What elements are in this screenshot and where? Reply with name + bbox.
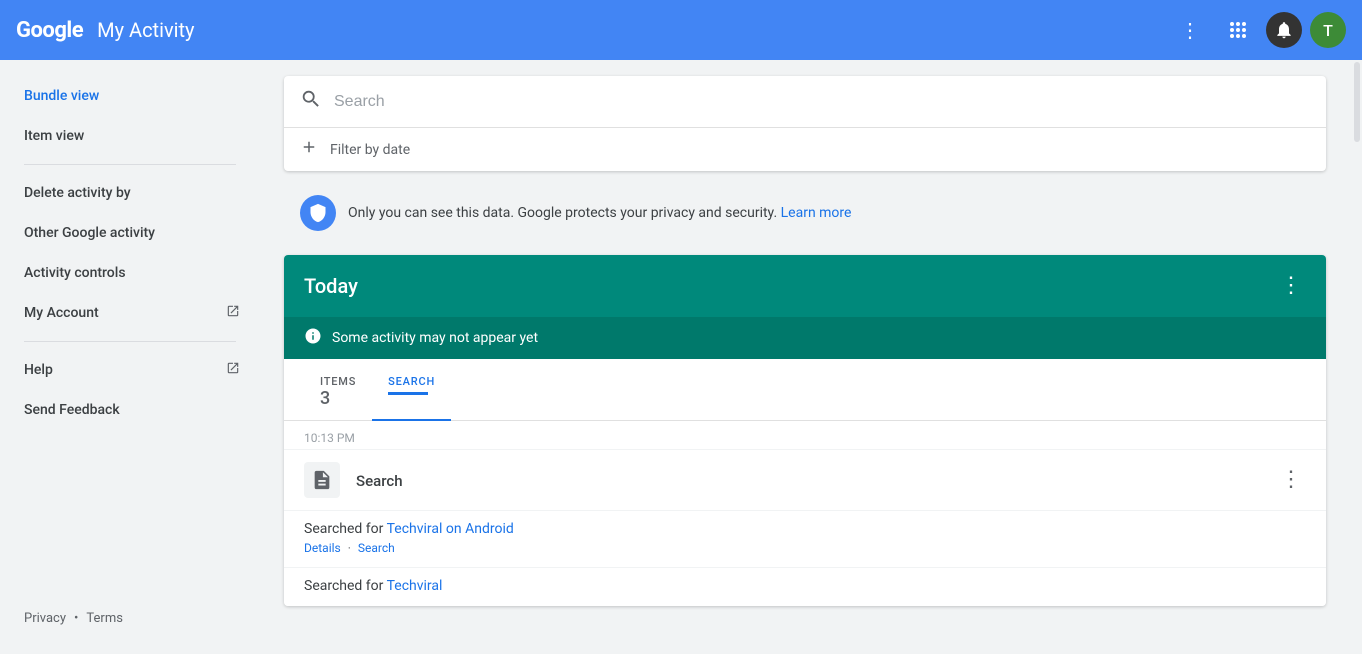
privacy-text: Only you can see this data. Google prote… (348, 205, 851, 221)
search-meta-link-1[interactable]: Search (358, 541, 395, 555)
sidebar-item-my-account[interactable]: My Account (0, 293, 260, 333)
apps-icon (1226, 18, 1250, 42)
sidebar-item-other-google[interactable]: Other Google activity (0, 213, 260, 253)
logo-area: Google My Activity (16, 18, 195, 43)
header: Google My Activity ⋮ T (0, 0, 1362, 60)
activity-notice-text: Some activity may not appear yet (332, 330, 538, 346)
searched-meta-1: Details · Search (304, 541, 1306, 555)
activity-time: 10:13 PM (284, 421, 1326, 449)
search-icon (300, 88, 322, 115)
activity-icon-wrap (304, 462, 340, 498)
activity-title: Search (356, 472, 403, 490)
apps-button[interactable] (1218, 10, 1258, 50)
searched-text-1: Searched for Techviral on Android (304, 521, 1306, 537)
today-card: Today ⋮ Some activity may not appear yet… (284, 255, 1326, 606)
sidebar-item-activity-controls[interactable]: Activity controls (0, 253, 260, 293)
activity-content: Search (356, 471, 1276, 490)
external-link-icon (226, 304, 240, 322)
sidebar-item-delete-activity[interactable]: Delete activity by (0, 173, 260, 213)
today-header: Today ⋮ (284, 255, 1326, 317)
search-link-1[interactable]: Techviral on Android (387, 521, 514, 537)
learn-more-link[interactable]: Learn more (781, 205, 852, 221)
notifications-button[interactable] (1266, 12, 1302, 48)
content-area: Filter by date Only you can see this dat… (260, 60, 1350, 654)
today-menu-button[interactable]: ⋮ (1276, 271, 1306, 301)
searched-item-1: Searched for Techviral on Android Detail… (284, 510, 1326, 567)
activity-item: Search ⋮ (284, 449, 1326, 510)
footer-dot: • (74, 611, 78, 626)
document-icon (311, 469, 333, 491)
sidebar-item-bundle-view[interactable]: Bundle view (0, 76, 260, 116)
tab-underline (388, 392, 428, 395)
tab-items[interactable]: ITEMS 3 (304, 367, 372, 421)
sidebar-divider-1 (24, 164, 236, 165)
filter-label: Filter by date (330, 142, 410, 158)
activity-more-button[interactable]: ⋮ (1276, 465, 1306, 495)
details-link-1[interactable]: Details (304, 541, 341, 555)
privacy-link[interactable]: Privacy (24, 611, 66, 626)
main-layout: Bundle view Item view Delete activity by… (0, 60, 1362, 654)
sidebar-spacer (0, 430, 260, 599)
page-title: My Activity (97, 18, 194, 42)
search-container: Filter by date (284, 76, 1326, 171)
filter-row[interactable]: Filter by date (284, 128, 1326, 171)
scrollbar-thumb[interactable] (1354, 62, 1360, 142)
scrollbar-area (1350, 60, 1362, 654)
shield-icon (300, 195, 336, 231)
bell-icon (1274, 20, 1294, 40)
tab-search[interactable]: SEARCH (372, 367, 451, 421)
sidebar-divider-2 (24, 341, 236, 342)
header-icons: ⋮ T (1170, 10, 1346, 50)
today-title: Today (304, 274, 358, 298)
activity-notice: Some activity may not appear yet (284, 317, 1326, 359)
more-options-button[interactable]: ⋮ (1170, 10, 1210, 50)
sidebar-footer: Privacy • Terms (0, 599, 260, 638)
searched-text-2: Searched for Techviral (304, 578, 1306, 594)
google-logo: Google (16, 18, 83, 43)
sidebar-item-send-feedback[interactable]: Send Feedback (0, 390, 260, 430)
sidebar-item-help[interactable]: Help (0, 350, 260, 390)
sidebar-item-item-view[interactable]: Item view (0, 116, 260, 156)
searched-item-2: Searched for Techviral (284, 567, 1326, 606)
meta-dot-1: · (348, 541, 351, 555)
terms-link[interactable]: Terms (86, 611, 123, 626)
filter-plus-icon (300, 138, 318, 161)
search-input[interactable] (334, 93, 1310, 111)
tabs-row: ITEMS 3 SEARCH (284, 359, 1326, 421)
help-external-icon (226, 361, 240, 379)
privacy-notice: Only you can see this data. Google prote… (284, 183, 1326, 243)
search-row (284, 76, 1326, 128)
more-options-icon: ⋮ (1180, 18, 1200, 43)
info-icon (304, 327, 322, 349)
search-link-2[interactable]: Techviral (387, 578, 443, 594)
sidebar: Bundle view Item view Delete activity by… (0, 60, 260, 654)
avatar[interactable]: T (1310, 12, 1346, 48)
